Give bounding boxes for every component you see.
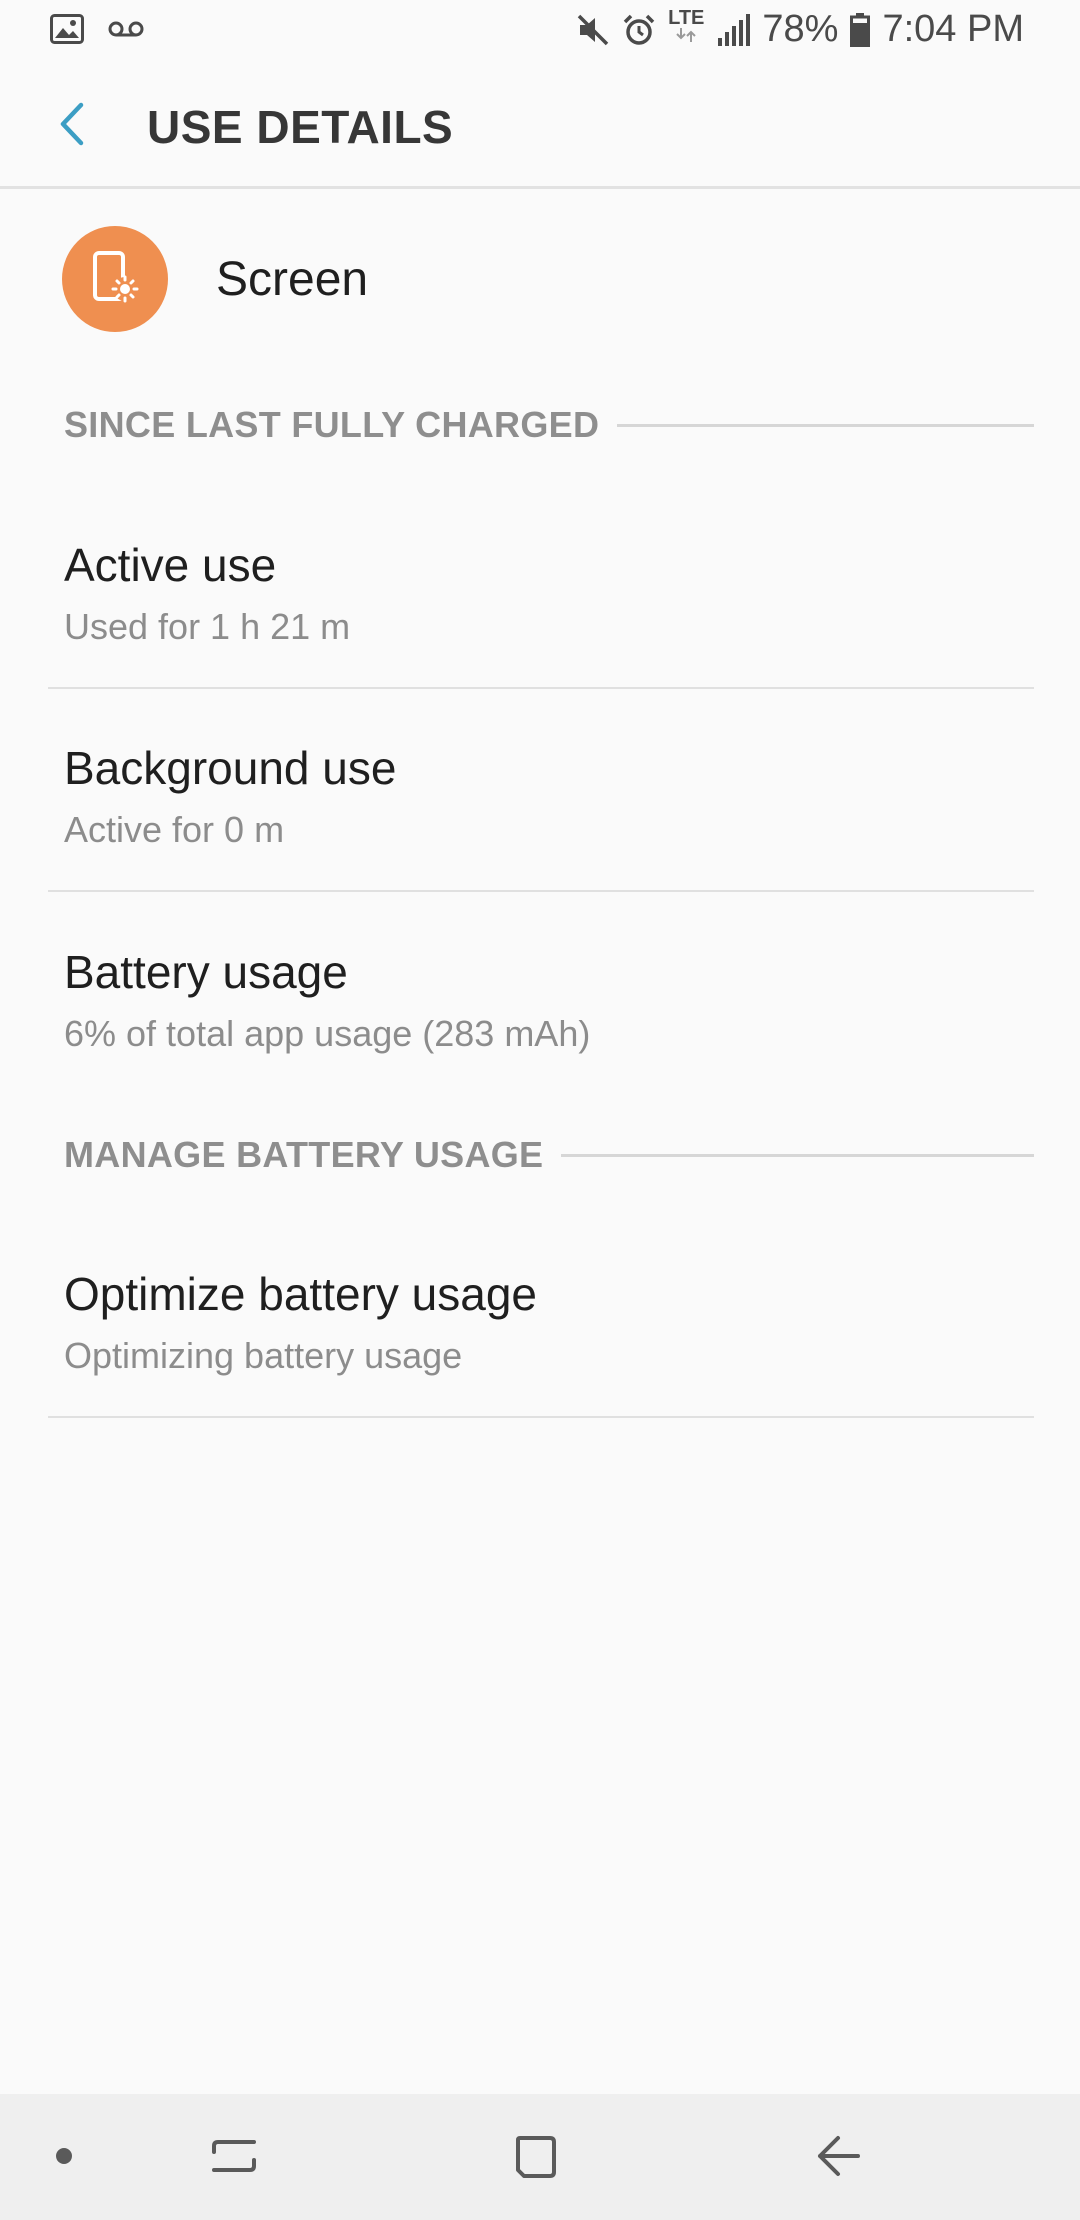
list-item-battery-usage[interactable]: Battery usage 6% of total app usage (283… [48, 893, 1034, 1096]
clock-time: 7:04 PM [882, 8, 1024, 50]
battery-percent: 78% [762, 8, 839, 50]
back-arrow-icon [812, 2130, 864, 2187]
section-divider [561, 1153, 1034, 1157]
list-item-title: Background use [64, 742, 397, 794]
list-item-optimize-battery[interactable]: Optimize battery usage Optimizing batter… [48, 1215, 1034, 1418]
section-label: MANAGE BATTERY USAGE [64, 1134, 544, 1175]
dot-icon [54, 2146, 74, 2171]
section-divider [617, 423, 1034, 427]
list-item-title: Battery usage [64, 946, 348, 998]
alarm-icon [622, 13, 656, 47]
list-item-subtitle: Optimizing battery usage [64, 1335, 463, 1376]
nav-recents-button[interactable] [198, 2122, 270, 2194]
app-bar: USE DETAILS [0, 64, 1080, 189]
entity-header: Screen [62, 226, 368, 332]
status-right-icons: LTE 78% 7:04 PM [576, 8, 1024, 51]
voicemail-icon [108, 19, 144, 44]
list-item-title: Active use [64, 539, 277, 591]
screen-brightness-icon [62, 226, 168, 332]
back-button[interactable] [40, 94, 104, 158]
lte-icon: LTE [668, 8, 704, 42]
section-label: SINCE LAST FULLY CHARGED [64, 404, 600, 445]
section-header-manage: MANAGE BATTERY USAGE [64, 1134, 1034, 1176]
gallery-icon [50, 14, 84, 49]
recents-icon [208, 2130, 260, 2187]
home-icon [510, 2130, 562, 2187]
list-item-subtitle: Used for 1 h 21 m [64, 606, 351, 647]
page-title: USE DETAILS [147, 101, 454, 153]
list-item-active-use[interactable]: Active use Used for 1 h 21 m [48, 486, 1034, 689]
signal-icon [716, 13, 751, 46]
nav-back-button[interactable] [802, 2122, 874, 2194]
list-item-subtitle: 6% of total app usage (283 mAh) [64, 1013, 591, 1054]
status-bar: LTE 78% 7:04 PM [0, 0, 1080, 64]
status-left-icons [50, 14, 144, 49]
battery-icon [850, 12, 871, 47]
section-header-since-charged: SINCE LAST FULLY CHARGED [64, 404, 1034, 446]
list-item-background-use[interactable]: Background use Active for 0 m [48, 689, 1034, 892]
nav-dot-button[interactable] [28, 2122, 100, 2194]
list-item-subtitle: Active for 0 m [64, 809, 285, 850]
navigation-bar [0, 2094, 1080, 2220]
list-item-title: Optimize battery usage [64, 1268, 538, 1320]
entity-name: Screen [216, 252, 369, 306]
use-details-screen: LTE 78% 7:04 PM USE DETAILS Screen SINCE… [0, 0, 1080, 2220]
chevron-left-icon [55, 101, 89, 152]
nav-home-button[interactable] [500, 2122, 572, 2194]
mute-icon [576, 13, 610, 47]
